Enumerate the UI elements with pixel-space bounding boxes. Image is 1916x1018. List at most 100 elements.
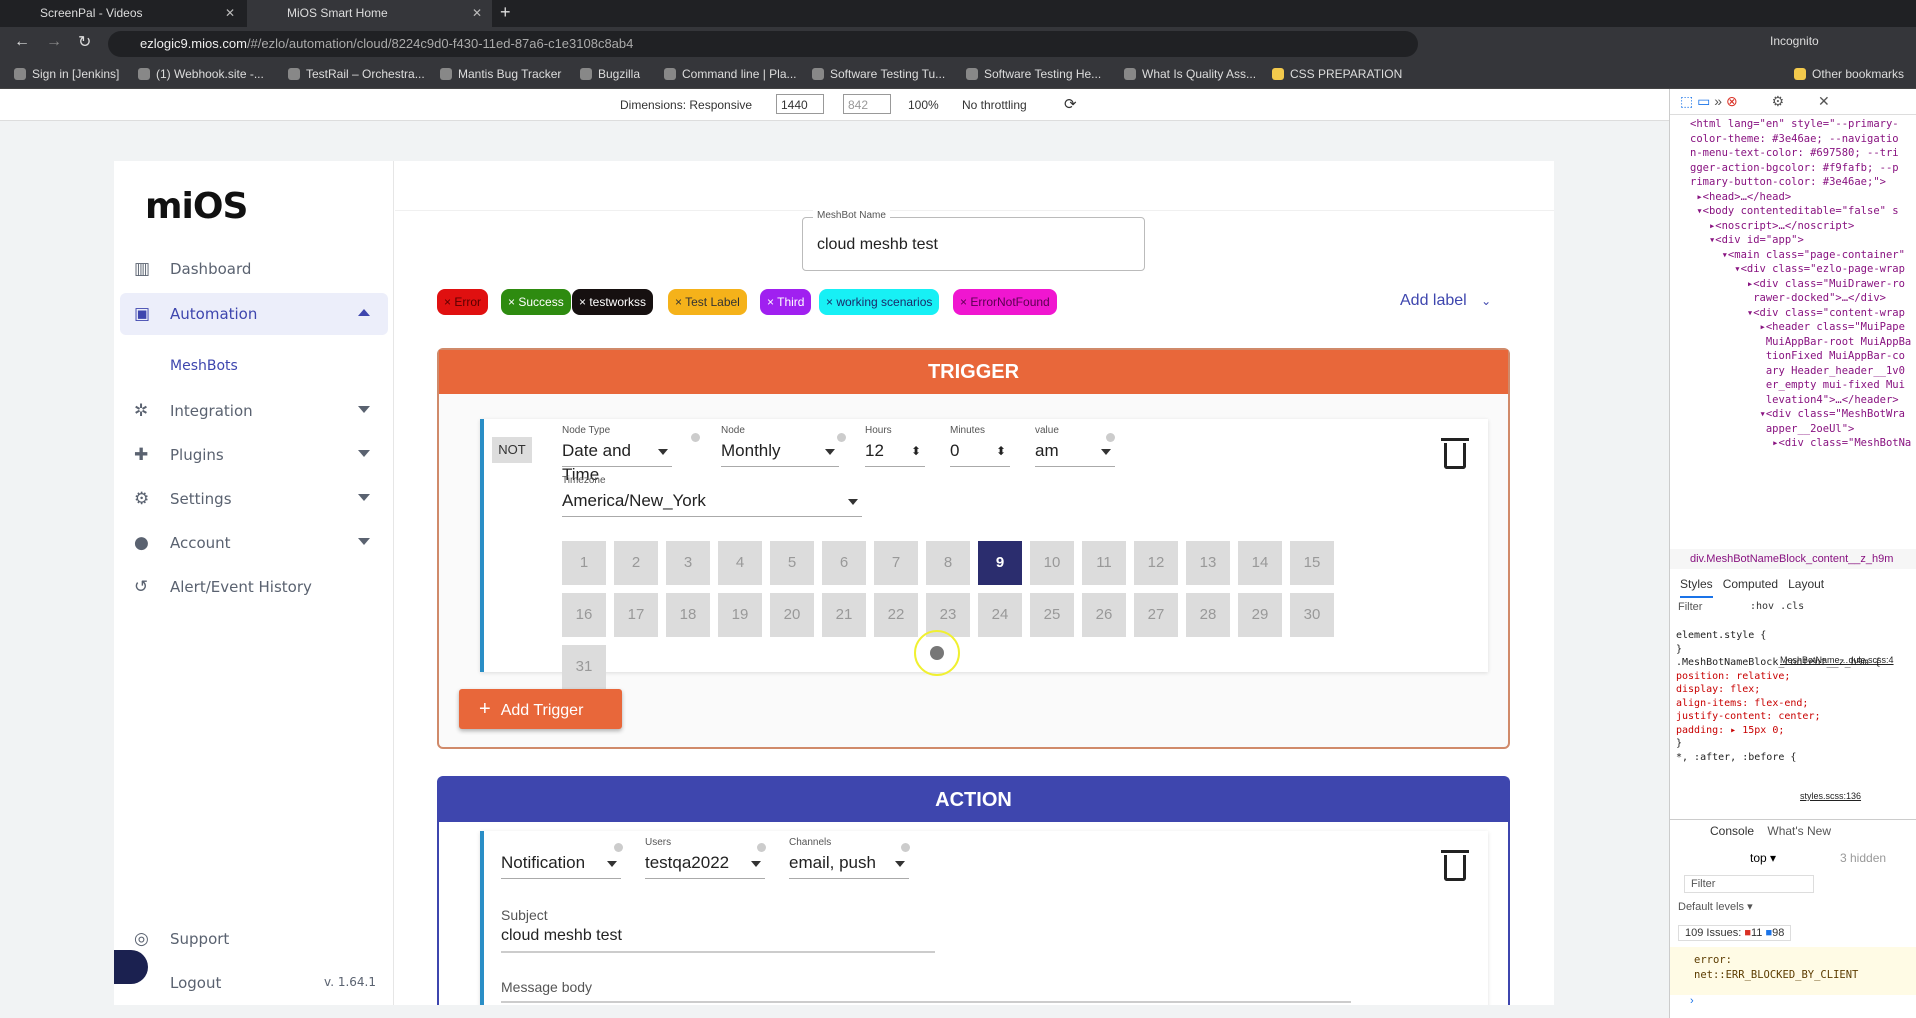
dimensions-select[interactable]: Dimensions: Responsive — [620, 98, 752, 112]
console-filter-input[interactable]: Filter — [1684, 875, 1814, 893]
sidebar-item-plugins[interactable]: ✚ Plugins — [120, 434, 388, 476]
hov-toggle[interactable]: :hov — [1750, 601, 1774, 612]
sidebar-item-dashboard[interactable]: ▥ Dashboard — [120, 248, 388, 290]
style-prop[interactable]: align-items: flex-end; — [1676, 698, 1808, 709]
style-prop[interactable]: justify-content: center; — [1676, 711, 1821, 722]
bookmark[interactable]: Bugzilla — [580, 67, 640, 81]
info-icon[interactable] — [901, 843, 910, 852]
day-2-button[interactable]: 2 — [614, 541, 658, 585]
more-tabs-icon[interactable]: » — [1714, 93, 1722, 109]
day-28-button[interactable]: 28 — [1186, 593, 1230, 637]
sidebar-item-automation[interactable]: ▣ Automation — [120, 293, 388, 335]
day-11-button[interactable]: 11 — [1082, 541, 1126, 585]
tab-computed[interactable]: Computed — [1723, 577, 1778, 591]
bookmark[interactable]: CSS PREPARATION — [1272, 67, 1402, 81]
mios-logo[interactable]: miOS — [145, 186, 248, 227]
cls-toggle[interactable]: .cls — [1780, 601, 1804, 612]
style-source-link[interactable]: MeshBotName…dule.scss:4 — [1780, 655, 1894, 665]
sidebar-item-alert-history[interactable]: ↺ Alert/Event History — [120, 566, 388, 608]
delete-action-icon[interactable] — [1441, 850, 1469, 881]
day-12-button[interactable]: 12 — [1134, 541, 1178, 585]
day-25-button[interactable]: 25 — [1030, 593, 1074, 637]
day-30-button[interactable]: 30 — [1290, 593, 1334, 637]
reload-icon[interactable]: ↻ — [78, 32, 91, 52]
remove-label-icon[interactable]: × — [444, 295, 454, 309]
info-icon[interactable] — [837, 433, 846, 442]
day-31-button[interactable]: 31 — [562, 645, 606, 689]
other-bookmarks[interactable]: Other bookmarks — [1794, 67, 1904, 81]
style-source-link[interactable]: styles.scss:136 — [1800, 791, 1861, 801]
remove-label-icon[interactable]: × — [960, 295, 970, 309]
label-chip[interactable]: × testworkss — [572, 289, 654, 315]
context-select[interactable]: top ▾ — [1750, 851, 1776, 865]
label-chip[interactable]: × Error — [437, 289, 489, 315]
day-18-button[interactable]: 18 — [666, 593, 710, 637]
remove-label-icon[interactable]: × — [579, 295, 589, 309]
label-chip[interactable]: × working scenarios — [819, 289, 940, 315]
message-body-input[interactable] — [501, 1001, 1351, 1003]
style-prop[interactable]: display: flex; — [1676, 684, 1760, 695]
subject-input[interactable]: cloud meshb test — [501, 927, 935, 953]
bookmark[interactable]: Command line | Pla... — [664, 67, 797, 81]
sidebar-item-integration[interactable]: ✲ Integration — [120, 390, 388, 432]
day-24-button[interactable]: 24 — [978, 593, 1022, 637]
error-icon[interactable]: ⊗ — [1726, 93, 1738, 109]
back-icon[interactable]: ← — [14, 33, 30, 51]
timezone-select[interactable]: America/New_York — [562, 489, 862, 517]
node-select[interactable]: Monthly — [721, 439, 839, 467]
day-16-button[interactable]: 16 — [562, 593, 606, 637]
bookmark[interactable]: Software Testing He... — [966, 67, 1101, 81]
console-prompt-icon[interactable]: › — [1690, 995, 1694, 1007]
day-1-button[interactable]: 1 — [562, 541, 606, 585]
add-trigger-button[interactable]: + Add Trigger — [459, 689, 622, 729]
bookmark[interactable]: Sign in [Jenkins] — [14, 67, 119, 81]
sidebar-item-support[interactable]: ◎ Support — [120, 918, 388, 960]
not-toggle[interactable]: NOT — [492, 437, 532, 463]
height-input[interactable]: 842 — [843, 94, 891, 114]
day-5-button[interactable]: 5 — [770, 541, 814, 585]
day-7-button[interactable]: 7 — [874, 541, 918, 585]
bookmark[interactable]: Mantis Bug Tracker — [440, 67, 561, 81]
day-20-button[interactable]: 20 — [770, 593, 814, 637]
bookmark[interactable]: Software Testing Tu... — [812, 67, 945, 81]
label-chip[interactable]: × Test Label — [668, 289, 747, 315]
day-10-button[interactable]: 10 — [1030, 541, 1074, 585]
resize-handle[interactable] — [0, 1005, 1669, 1018]
throttling-select[interactable]: No throttling — [962, 98, 1027, 112]
day-17-button[interactable]: 17 — [614, 593, 658, 637]
remove-label-icon[interactable]: × — [767, 295, 777, 309]
day-9-button[interactable]: 9 — [978, 541, 1022, 585]
styles-filter-input[interactable]: Filter — [1678, 601, 1702, 613]
info-icon[interactable] — [614, 843, 623, 852]
node-type-select[interactable]: Date and Time — [562, 439, 672, 484]
remove-label-icon[interactable]: × — [675, 295, 685, 309]
device-icon[interactable]: ▭ — [1697, 93, 1710, 109]
close-tab-icon[interactable]: ✕ — [225, 0, 235, 27]
add-label-dropdown[interactable]: Add label ⌄ — [1400, 292, 1491, 310]
label-chip[interactable]: × ErrorNotFound — [953, 289, 1057, 315]
remove-label-icon[interactable]: × — [508, 295, 518, 309]
new-tab-button[interactable]: + — [500, 2, 511, 23]
label-chip[interactable]: × Third — [760, 289, 812, 315]
bookmark[interactable]: (1) Webhook.site -... — [138, 67, 264, 81]
day-29-button[interactable]: 29 — [1238, 593, 1282, 637]
issues-button[interactable]: 109 Issues: ■11 ■98 — [1678, 925, 1792, 941]
close-icon[interactable]: ✕ — [1818, 93, 1830, 109]
levels-select[interactable]: Default levels ▾ — [1678, 900, 1753, 913]
bookmark[interactable]: TestRail – Orchestra... — [288, 67, 425, 81]
remove-label-icon[interactable]: × — [826, 295, 836, 309]
tab-mios[interactable]: MiOS Smart Home ✕ — [247, 0, 492, 27]
sidebar-item-account[interactable]: ● Account — [120, 522, 388, 564]
sidebar-item-meshbots[interactable]: MeshBots — [120, 346, 388, 388]
stepper-icon[interactable]: ⬍ — [996, 439, 1006, 463]
dom-breadcrumb[interactable]: div.MeshBotNameBlock_content__z_h9m — [1670, 549, 1916, 569]
day-13-button[interactable]: 13 — [1186, 541, 1230, 585]
day-21-button[interactable]: 21 — [822, 593, 866, 637]
day-19-button[interactable]: 19 — [718, 593, 762, 637]
day-4-button[interactable]: 4 — [718, 541, 762, 585]
label-chip[interactable]: × Success — [501, 289, 571, 315]
screenpal-widget-icon[interactable] — [114, 950, 148, 984]
ampm-select[interactable]: am — [1035, 439, 1115, 467]
tab-whats-new[interactable]: What's New — [1767, 824, 1831, 838]
users-select[interactable]: testqa2022 — [645, 851, 765, 879]
